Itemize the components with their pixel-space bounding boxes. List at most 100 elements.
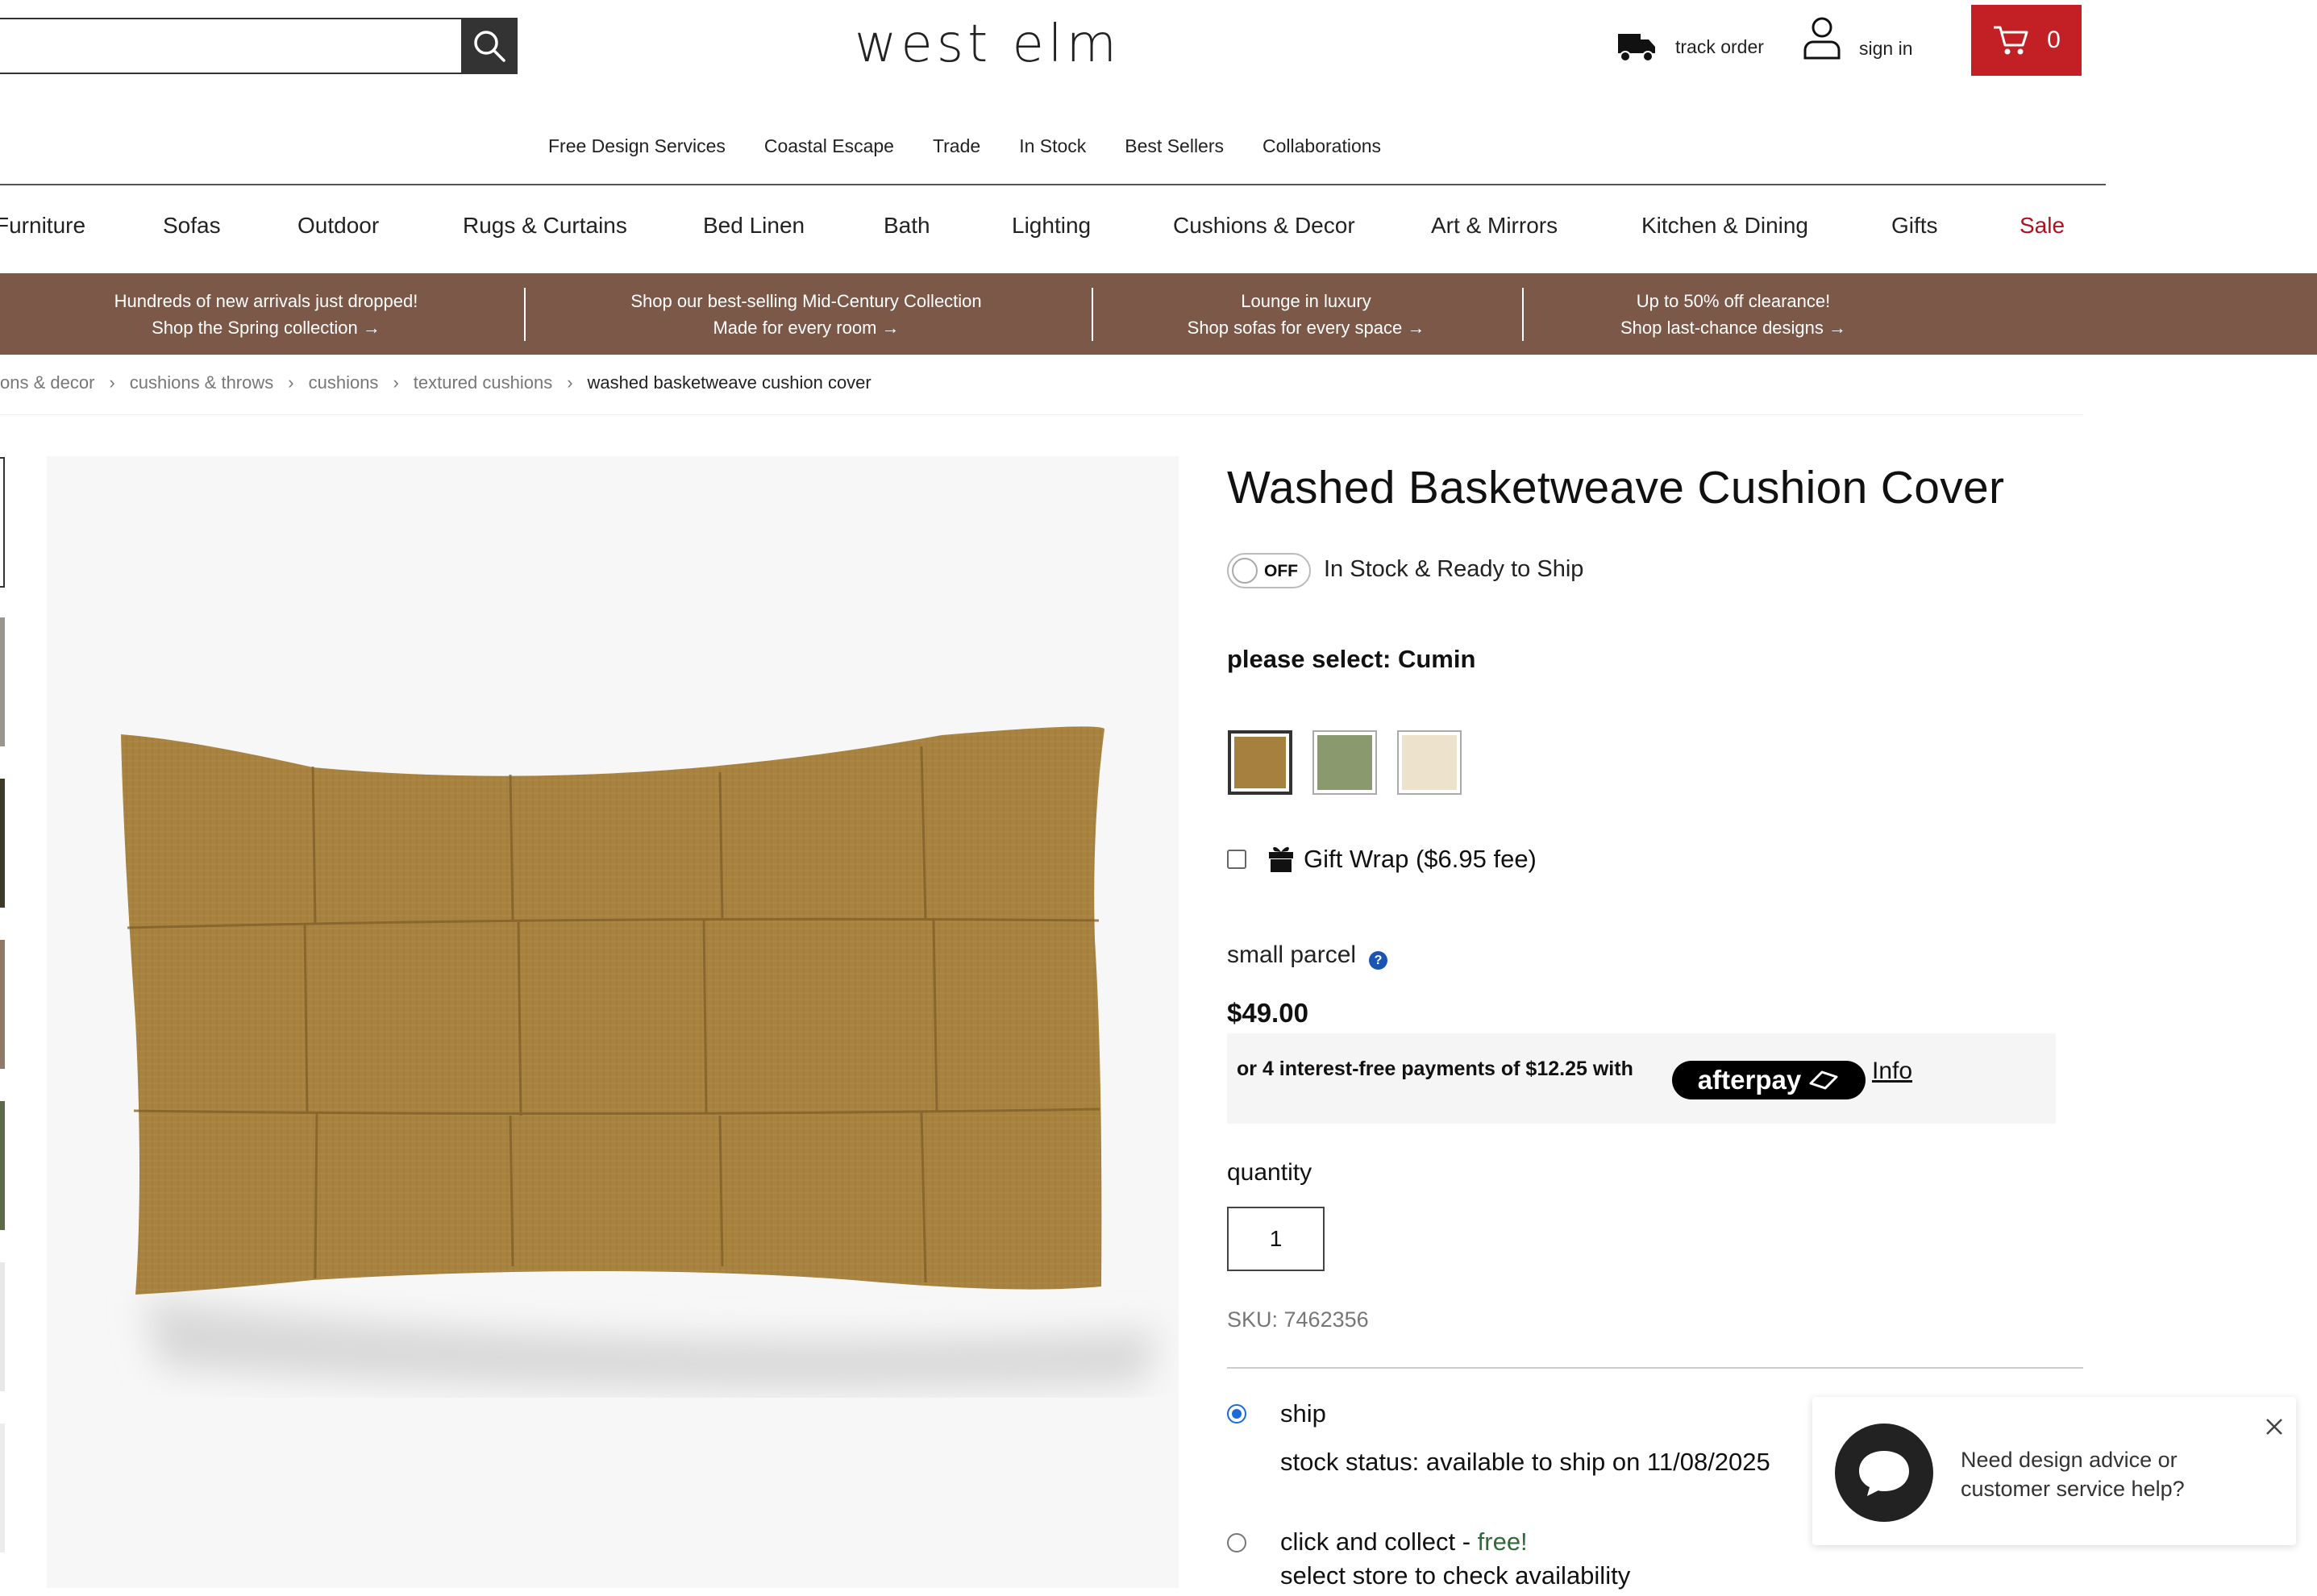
chat-message: Need design advice or customer service h…	[1961, 1448, 2185, 1501]
afterpay-info-link[interactable]: Info	[1872, 1058, 1912, 1085]
promo-divider	[1092, 288, 1093, 341]
collect-radio[interactable]	[1227, 1533, 1246, 1552]
search-icon	[474, 31, 505, 62]
category-rugs-curtains[interactable]: Rugs & Curtains	[463, 213, 627, 239]
category-sale[interactable]: Sale	[2020, 213, 2065, 239]
swatch-fill	[1402, 735, 1457, 790]
top-nav-item[interactable]: In Stock	[1019, 135, 1086, 157]
afterpay-logo[interactable]: afterpay	[1672, 1061, 1866, 1099]
top-nav-item[interactable]: Free Design Services	[548, 135, 726, 157]
chat-button[interactable]	[1835, 1424, 1933, 1522]
top-nav-item[interactable]: Trade	[933, 135, 980, 157]
product-main-image[interactable]	[47, 456, 1179, 1588]
afterpay-text: or 4 interest-free payments of $12.25 wi…	[1237, 1058, 1633, 1080]
gallery-thumbnail[interactable]	[0, 1424, 5, 1552]
breadcrumb-divider	[0, 414, 2083, 415]
site-logo[interactable]: west elm	[830, 15, 1145, 74]
promo-divider	[524, 288, 526, 341]
shipping-size-label: small parcel	[1227, 941, 1357, 968]
promo-item[interactable]: Lounge in luxury Shop sofas for every sp…	[1113, 288, 1500, 341]
user-icon	[1803, 17, 1841, 60]
afterpay-panel: or 4 interest-free payments of $12.25 wi…	[1227, 1033, 2056, 1124]
cushion-image	[121, 726, 1159, 1389]
gallery-thumbnail[interactable]	[0, 940, 5, 1069]
toggle-state: OFF	[1264, 562, 1298, 580]
swatch-fill	[1317, 735, 1372, 790]
quantity-input[interactable]	[1227, 1207, 1325, 1271]
gift-wrap-label: Gift Wrap ($6.95 fee)	[1304, 845, 1537, 873]
collect-status: select store to check availability	[1280, 1561, 1631, 1590]
collect-label: click and collect - free!	[1280, 1527, 1528, 1557]
category-cushions-decor[interactable]: Cushions & Decor	[1173, 213, 1355, 239]
category-lighting[interactable]: Lighting	[1012, 213, 1091, 239]
in-stock-label: In Stock & Ready to Ship	[1324, 556, 1584, 582]
help-icon[interactable]: ?	[1369, 951, 1387, 970]
swatch-cumin[interactable]	[1228, 730, 1292, 795]
gallery-thumbnail[interactable]	[0, 1101, 5, 1230]
sign-in-link[interactable]: sign in	[1803, 16, 1912, 61]
nav-divider	[0, 184, 2106, 185]
gallery-thumbnail[interactable]	[0, 617, 5, 746]
ship-radio[interactable]	[1227, 1404, 1246, 1424]
truck-icon	[1618, 34, 1655, 62]
swatch-cream[interactable]	[1397, 730, 1462, 795]
top-nav-item[interactable]: Coastal Escape	[764, 135, 894, 157]
chat-widget: Need design advice or customer service h…	[1812, 1397, 2296, 1545]
promo-link: Shop sofas for every space →	[1187, 318, 1425, 338]
ship-status: stock status: available to ship on 11/08…	[1280, 1448, 1770, 1476]
chat-bubble-icon	[1859, 1451, 1909, 1496]
swatch-fill	[1234, 737, 1286, 788]
promo-link: Shop the Spring collection →	[152, 318, 381, 338]
category-kitchen-dining[interactable]: Kitchen & Dining	[1641, 213, 1808, 239]
gallery-thumbnail[interactable]	[0, 457, 5, 588]
promo-banner: Hundreds of new arrivals just dropped! S…	[0, 273, 2317, 355]
promo-link: Shop last-chance designs →	[1620, 318, 1847, 338]
sign-in-label: sign in	[1859, 37, 1913, 59]
promo-item[interactable]: Shop our best-selling Mid-Century Collec…	[548, 288, 1064, 341]
promo-line: Hundreds of new arrivals just dropped!	[114, 291, 418, 311]
category-art-mirrors[interactable]: Art & Mirrors	[1431, 213, 1558, 239]
ship-label: ship	[1280, 1399, 1326, 1428]
breadcrumb-link[interactable]: cushions & throws	[130, 372, 274, 393]
cart-count: 0	[2047, 27, 2061, 53]
breadcrumb-link[interactable]: ons & decor	[0, 372, 94, 393]
promo-link: Made for every room →	[713, 318, 900, 338]
collect-free: free!	[1477, 1527, 1528, 1556]
top-nav-item[interactable]: Collaborations	[1262, 135, 1381, 157]
section-divider	[1227, 1367, 2083, 1369]
promo-item[interactable]: Up to 50% off clearance! Shop last-chanc…	[1548, 288, 1919, 341]
category-outdoor[interactable]: Outdoor	[297, 213, 379, 239]
product-title: Washed Basketweave Cushion Cover	[1227, 462, 2005, 513]
category-bath[interactable]: Bath	[884, 213, 930, 239]
breadcrumb-link[interactable]: textured cushions	[414, 372, 552, 393]
afterpay-arrows-icon	[1809, 1070, 1838, 1090]
track-order-link[interactable]: track order	[1617, 31, 1764, 63]
chevron-right-icon: ›	[109, 372, 115, 393]
search-input[interactable]	[0, 18, 463, 74]
in-stock-toggle[interactable]: OFF	[1227, 553, 1311, 588]
category-furniture[interactable]: Furniture	[0, 213, 85, 239]
cart-button[interactable]: 0	[1971, 5, 2082, 76]
promo-line: Lounge in luxury	[1241, 291, 1371, 311]
gift-wrap-checkbox[interactable]	[1227, 850, 1246, 869]
search-button[interactable]	[461, 18, 518, 74]
quantity-label: quantity	[1227, 1159, 1312, 1186]
chevron-right-icon: ›	[393, 372, 399, 393]
sku-label: SKU: 7462356	[1227, 1307, 1369, 1332]
gallery-thumbnail[interactable]	[0, 779, 5, 908]
swatch-green[interactable]	[1312, 730, 1377, 795]
promo-item[interactable]: Hundreds of new arrivals just dropped! S…	[16, 288, 516, 341]
category-bed-linen[interactable]: Bed Linen	[703, 213, 805, 239]
cart-icon	[1994, 26, 2028, 55]
chevron-right-icon: ›	[567, 372, 573, 393]
color-select-label: please select: Cumin	[1227, 645, 1476, 673]
promo-line: Up to 50% off clearance!	[1636, 291, 1831, 311]
category-sofas[interactable]: Sofas	[163, 213, 221, 239]
breadcrumb-link[interactable]: cushions	[309, 372, 379, 393]
category-gifts[interactable]: Gifts	[1891, 213, 1938, 239]
gallery-thumbnail[interactable]	[0, 1262, 5, 1391]
top-nav: Free Design Services Coastal Escape Trad…	[548, 135, 1381, 157]
chevron-right-icon: ›	[288, 372, 294, 393]
close-icon[interactable]	[2262, 1415, 2286, 1439]
top-nav-item[interactable]: Best Sellers	[1125, 135, 1224, 157]
